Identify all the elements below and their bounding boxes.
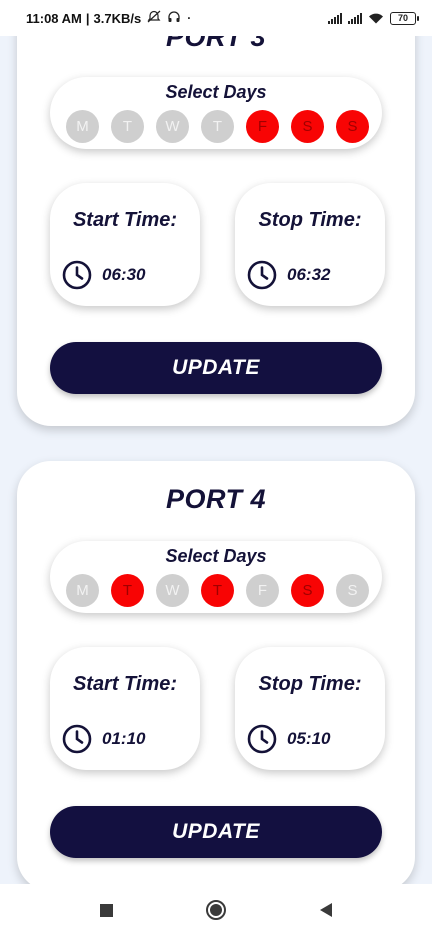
wifi-icon	[369, 13, 383, 24]
stop-time-card[interactable]: Stop Time: 06:32	[235, 183, 385, 306]
update-button[interactable]: UPDATE	[50, 342, 382, 394]
update-button[interactable]: UPDATE	[50, 806, 382, 858]
day-toggle-fri[interactable]: F	[246, 110, 279, 143]
home-circle-icon	[206, 900, 226, 920]
stop-time-value-row: 06:32	[247, 260, 330, 290]
day-toggle-mon[interactable]: M	[66, 574, 99, 607]
signal-icon	[328, 12, 342, 24]
port-card: PORT 3 Select Days M T W T F S S Start T…	[17, 0, 415, 426]
day-toggle-mon[interactable]: M	[66, 110, 99, 143]
start-time-card[interactable]: Start Time: 01:10	[50, 647, 200, 770]
day-toggle-tue[interactable]: T	[111, 574, 144, 607]
day-row: M T W T F S S	[66, 110, 369, 143]
clock-icon	[62, 724, 92, 754]
stop-time-value: 06:32	[287, 265, 331, 284]
start-time-label: Start Time:	[72, 673, 178, 695]
select-days-panel: Select Days M T W T F S S	[50, 77, 382, 149]
battery-level: 70	[397, 13, 408, 23]
back-triangle-icon	[320, 903, 332, 917]
day-toggle-fri[interactable]: F	[246, 574, 279, 607]
day-toggle-tue[interactable]: T	[111, 110, 144, 143]
dot-icon: ·	[187, 11, 192, 25]
day-row: M T W T F S S	[66, 574, 369, 607]
clock-icon	[247, 724, 277, 754]
select-days-label: Select Days	[165, 546, 267, 566]
clock-icon	[62, 260, 92, 290]
day-toggle-thu[interactable]: T	[201, 110, 234, 143]
select-days-label: Select Days	[165, 82, 267, 102]
day-toggle-sat[interactable]: S	[291, 110, 324, 143]
day-toggle-thu[interactable]: T	[201, 574, 234, 607]
clock-icon	[247, 260, 277, 290]
signal-icon	[348, 12, 362, 24]
select-days-panel: Select Days M T W T F S S	[50, 541, 382, 613]
start-time-value-row: 06:30	[62, 260, 145, 290]
stop-time-card[interactable]: Stop Time: 05:10	[235, 647, 385, 770]
day-toggle-sun[interactable]: S	[336, 574, 369, 607]
start-time-value: 01:10	[102, 729, 146, 748]
start-time-label: Start Time:	[72, 209, 178, 231]
day-toggle-wed[interactable]: W	[156, 574, 189, 607]
recents-button[interactable]	[86, 890, 126, 930]
recents-square-icon	[99, 903, 113, 917]
status-right: 70	[328, 11, 419, 25]
port-card: PORT 4 Select Days M T W T F S S Start T…	[17, 461, 415, 884]
battery-icon: 70	[390, 11, 419, 25]
status-bar: 11:08 AM | 3.7KB/s · 70	[0, 0, 432, 36]
scroll-content[interactable]: PORT 3 Select Days M T W T F S S Start T…	[0, 0, 432, 884]
start-time-value: 06:30	[102, 265, 146, 284]
status-time: 11:08 AM	[26, 10, 82, 26]
start-time-card[interactable]: Start Time: 06:30	[50, 183, 200, 306]
status-speed: 3.7KB/s	[93, 10, 142, 26]
back-button[interactable]	[306, 890, 346, 930]
stop-time-value-row: 05:10	[247, 724, 330, 754]
stop-time-label: Stop Time:	[258, 209, 362, 231]
system-nav-bar	[0, 884, 432, 936]
day-toggle-wed[interactable]: W	[156, 110, 189, 143]
day-toggle-sun[interactable]: S	[336, 110, 369, 143]
home-button[interactable]	[196, 890, 236, 930]
headset-icon	[167, 10, 181, 26]
start-time-value-row: 01:10	[62, 724, 145, 754]
port-title: PORT 4	[165, 484, 267, 514]
stop-time-label: Stop Time:	[258, 673, 362, 695]
day-toggle-sat[interactable]: S	[291, 574, 324, 607]
status-separator: |	[85, 10, 90, 26]
alarm-off-icon	[147, 10, 161, 26]
status-left: 11:08 AM | 3.7KB/s ·	[26, 10, 191, 26]
stop-time-value: 05:10	[287, 729, 331, 748]
